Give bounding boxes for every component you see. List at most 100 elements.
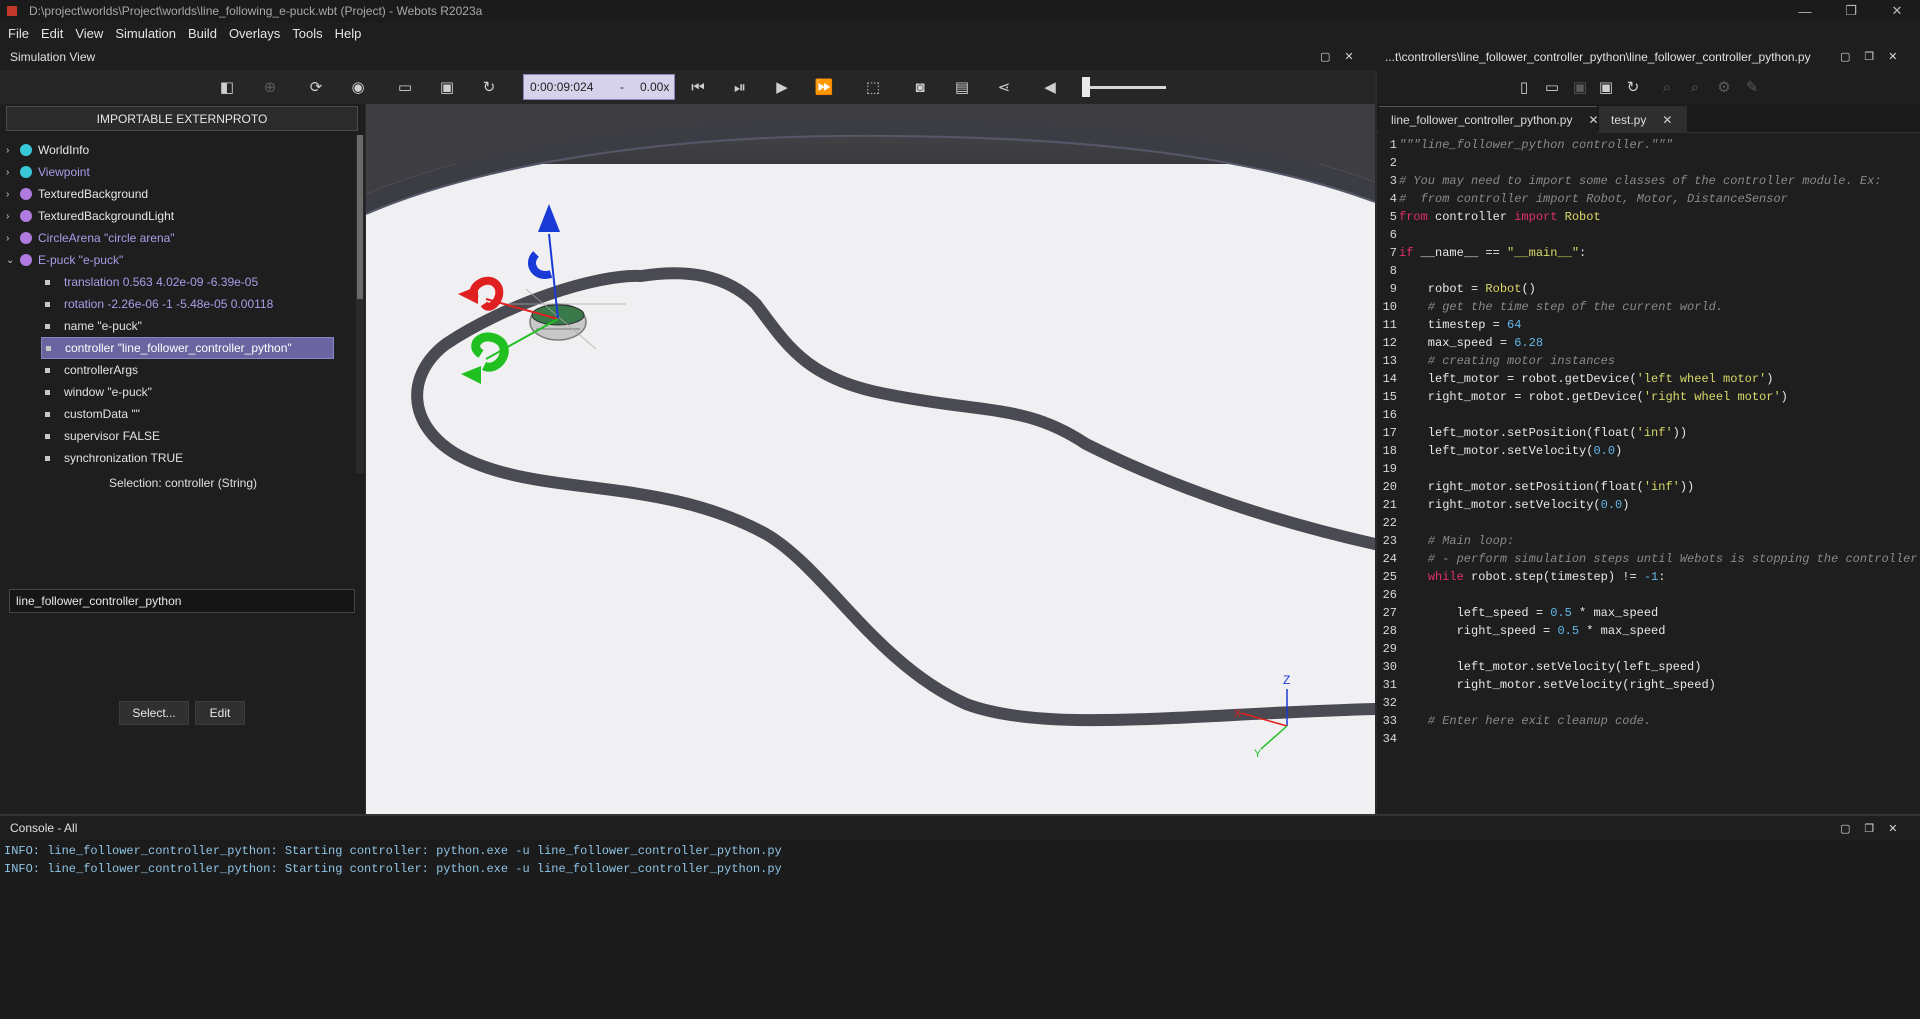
- close-tab-icon[interactable]: ✕: [1662, 113, 1672, 127]
- open-world-icon[interactable]: ▭: [396, 78, 414, 96]
- revert-file-icon[interactable]: ↻: [1624, 78, 1642, 96]
- rendering-toggle-icon[interactable]: ⬚: [864, 78, 882, 96]
- reset-simulation-icon[interactable]: ⏮: [689, 78, 707, 96]
- expand-right-icon[interactable]: ›: [6, 167, 20, 178]
- find-icon[interactable]: ⌕: [1658, 78, 1676, 96]
- line-number: 30: [1382, 660, 1397, 674]
- code-line: 32: [1377, 694, 1920, 712]
- menu-edit[interactable]: Edit: [41, 26, 63, 41]
- step-icon[interactable]: ⏯: [731, 78, 749, 96]
- expand-right-icon[interactable]: ›: [6, 233, 20, 244]
- scene-node[interactable]: › TexturedBackground: [6, 183, 148, 205]
- save-world-icon[interactable]: ▣: [438, 78, 456, 96]
- view-eye-icon[interactable]: ◉: [349, 78, 367, 96]
- console-output[interactable]: INFO: line_follower_controller_python: S…: [0, 840, 1920, 1019]
- scene-field[interactable]: window "e-puck": [41, 381, 334, 403]
- fast-forward-icon[interactable]: ⏩: [815, 78, 834, 96]
- code-token: """line_follower_python controller.""": [1399, 138, 1673, 152]
- code-token: while: [1427, 570, 1464, 584]
- close-dock-icon[interactable]: ✕: [1344, 50, 1353, 63]
- tab-test-py[interactable]: test.py ✕: [1599, 106, 1687, 133]
- 3d-viewport[interactable]: Z X Y: [366, 104, 1375, 814]
- scene-node[interactable]: › CircleArena "circle arena": [6, 227, 175, 249]
- expand-right-icon[interactable]: ›: [6, 189, 20, 200]
- toggle-scene-tree-icon[interactable]: ◧: [218, 78, 236, 96]
- run-realtime-icon[interactable]: ▶: [773, 78, 791, 96]
- scene-field[interactable]: controllerArgs: [41, 359, 334, 381]
- menu-simulation[interactable]: Simulation: [115, 26, 176, 41]
- menu-help[interactable]: Help: [335, 26, 362, 41]
- scene-field-label: translation 0.563 4.02e-09 -6.39e-05: [64, 275, 259, 289]
- restore-button[interactable]: ❐: [1828, 0, 1874, 22]
- code-token: left_motor.setVelocity(left_speed): [1399, 660, 1702, 674]
- editor-dock-buttons: ▢ ❐ ✕: [1840, 50, 1898, 63]
- expand-down-icon[interactable]: ⌄: [6, 255, 20, 266]
- new-file-icon[interactable]: ▯: [1515, 78, 1533, 96]
- float-dock-icon[interactable]: ▢: [1320, 50, 1330, 63]
- volume-thumb[interactable]: [1082, 77, 1090, 97]
- restore-editor-icon[interactable]: ❐: [1864, 50, 1874, 63]
- scene-tree-scrollbar[interactable]: [356, 135, 364, 473]
- record-movie-icon[interactable]: ▤: [953, 78, 971, 96]
- find-replace-icon[interactable]: ⌕: [1686, 78, 1704, 96]
- field-bullet-icon: [45, 411, 50, 417]
- scrollbar-thumb[interactable]: [357, 135, 363, 299]
- x-axis-arrow[interactable]: [458, 286, 478, 304]
- code-token: # You may need to import some classes of…: [1399, 174, 1882, 188]
- share-icon[interactable]: ⋖: [995, 78, 1013, 96]
- scene-field[interactable]: rotation -2.26e-06 -1 -5.48e-05 0.00118: [41, 293, 334, 315]
- line-number: 13: [1382, 354, 1397, 368]
- y-rotation-handle[interactable]: [471, 332, 509, 372]
- controller-value-field[interactable]: [9, 589, 355, 613]
- save-file-icon[interactable]: ▣: [1571, 78, 1589, 96]
- code-line: 14 left_motor = robot.getDevice('left wh…: [1377, 370, 1920, 388]
- code-token: __name__ ==: [1413, 246, 1508, 260]
- expand-right-icon[interactable]: ›: [6, 145, 20, 156]
- menu-view[interactable]: View: [75, 26, 103, 41]
- scene-field[interactable]: synchronization TRUE: [41, 447, 334, 469]
- close-editor-icon[interactable]: ✕: [1888, 50, 1897, 63]
- float-editor-icon[interactable]: ▢: [1840, 50, 1850, 63]
- close-console-icon[interactable]: ✕: [1888, 822, 1897, 835]
- reload-world-icon[interactable]: ↻: [480, 78, 498, 96]
- add-node-icon[interactable]: ⊕: [261, 78, 279, 96]
- line-number: 31: [1382, 678, 1397, 692]
- refresh-view-icon[interactable]: ⟳: [307, 78, 325, 96]
- tab-line-follower-controller[interactable]: line_follower_controller_python.py ✕: [1379, 106, 1599, 133]
- scene-field[interactable]: supervisor FALSE: [41, 425, 334, 447]
- close-window-button[interactable]: ✕: [1874, 0, 1920, 22]
- mute-sound-icon[interactable]: ◀: [1041, 78, 1059, 96]
- simulation-time-display: 0:00:09:024 - 0.00x: [523, 74, 675, 100]
- scene-node[interactable]: › TexturedBackgroundLight: [6, 205, 174, 227]
- scene-node[interactable]: › WorldInfo: [6, 139, 89, 161]
- build-icon[interactable]: ⚙: [1715, 78, 1733, 96]
- scene-field[interactable]: controller "line_follower_controller_pyt…: [41, 337, 334, 359]
- open-file-icon[interactable]: ▭: [1543, 78, 1561, 96]
- menu-overlays[interactable]: Overlays: [229, 26, 280, 41]
- menu-build[interactable]: Build: [188, 26, 217, 41]
- scene-field[interactable]: translation 0.563 4.02e-09 -6.39e-05: [41, 271, 334, 293]
- close-tab-icon[interactable]: ✕: [1588, 113, 1598, 127]
- save-as-icon[interactable]: ▣: [1597, 78, 1615, 96]
- restore-console-icon[interactable]: ❐: [1864, 822, 1874, 835]
- scene-field[interactable]: name "e-puck": [41, 315, 334, 337]
- line-number: 32: [1382, 696, 1397, 710]
- clean-icon[interactable]: ✎: [1743, 78, 1761, 96]
- expand-right-icon[interactable]: ›: [6, 211, 20, 222]
- z-rotation-handle[interactable]: [528, 251, 553, 279]
- z-axis-arrow[interactable]: [538, 204, 560, 232]
- menu-file[interactable]: File: [8, 26, 29, 41]
- scene-node[interactable]: ⌄ E-puck "e-puck": [6, 249, 123, 271]
- menu-tools[interactable]: Tools: [292, 26, 322, 41]
- select-button[interactable]: Select...: [119, 701, 189, 725]
- minimize-button[interactable]: —: [1782, 0, 1828, 22]
- screenshot-icon[interactable]: ◙: [911, 78, 929, 96]
- code-line: 5 from controller import Robot: [1377, 208, 1920, 226]
- scene-node[interactable]: › Viewpoint: [6, 161, 90, 183]
- edit-button[interactable]: Edit: [195, 701, 245, 725]
- volume-slider[interactable]: [1082, 77, 1166, 97]
- importable-externproto-button[interactable]: IMPORTABLE EXTERNPROTO: [6, 106, 358, 131]
- float-console-icon[interactable]: ▢: [1840, 822, 1850, 835]
- code-area[interactable]: 1 """line_follower_python controller.""" 2…: [1377, 136, 1920, 814]
- scene-field[interactable]: customData "": [41, 403, 334, 425]
